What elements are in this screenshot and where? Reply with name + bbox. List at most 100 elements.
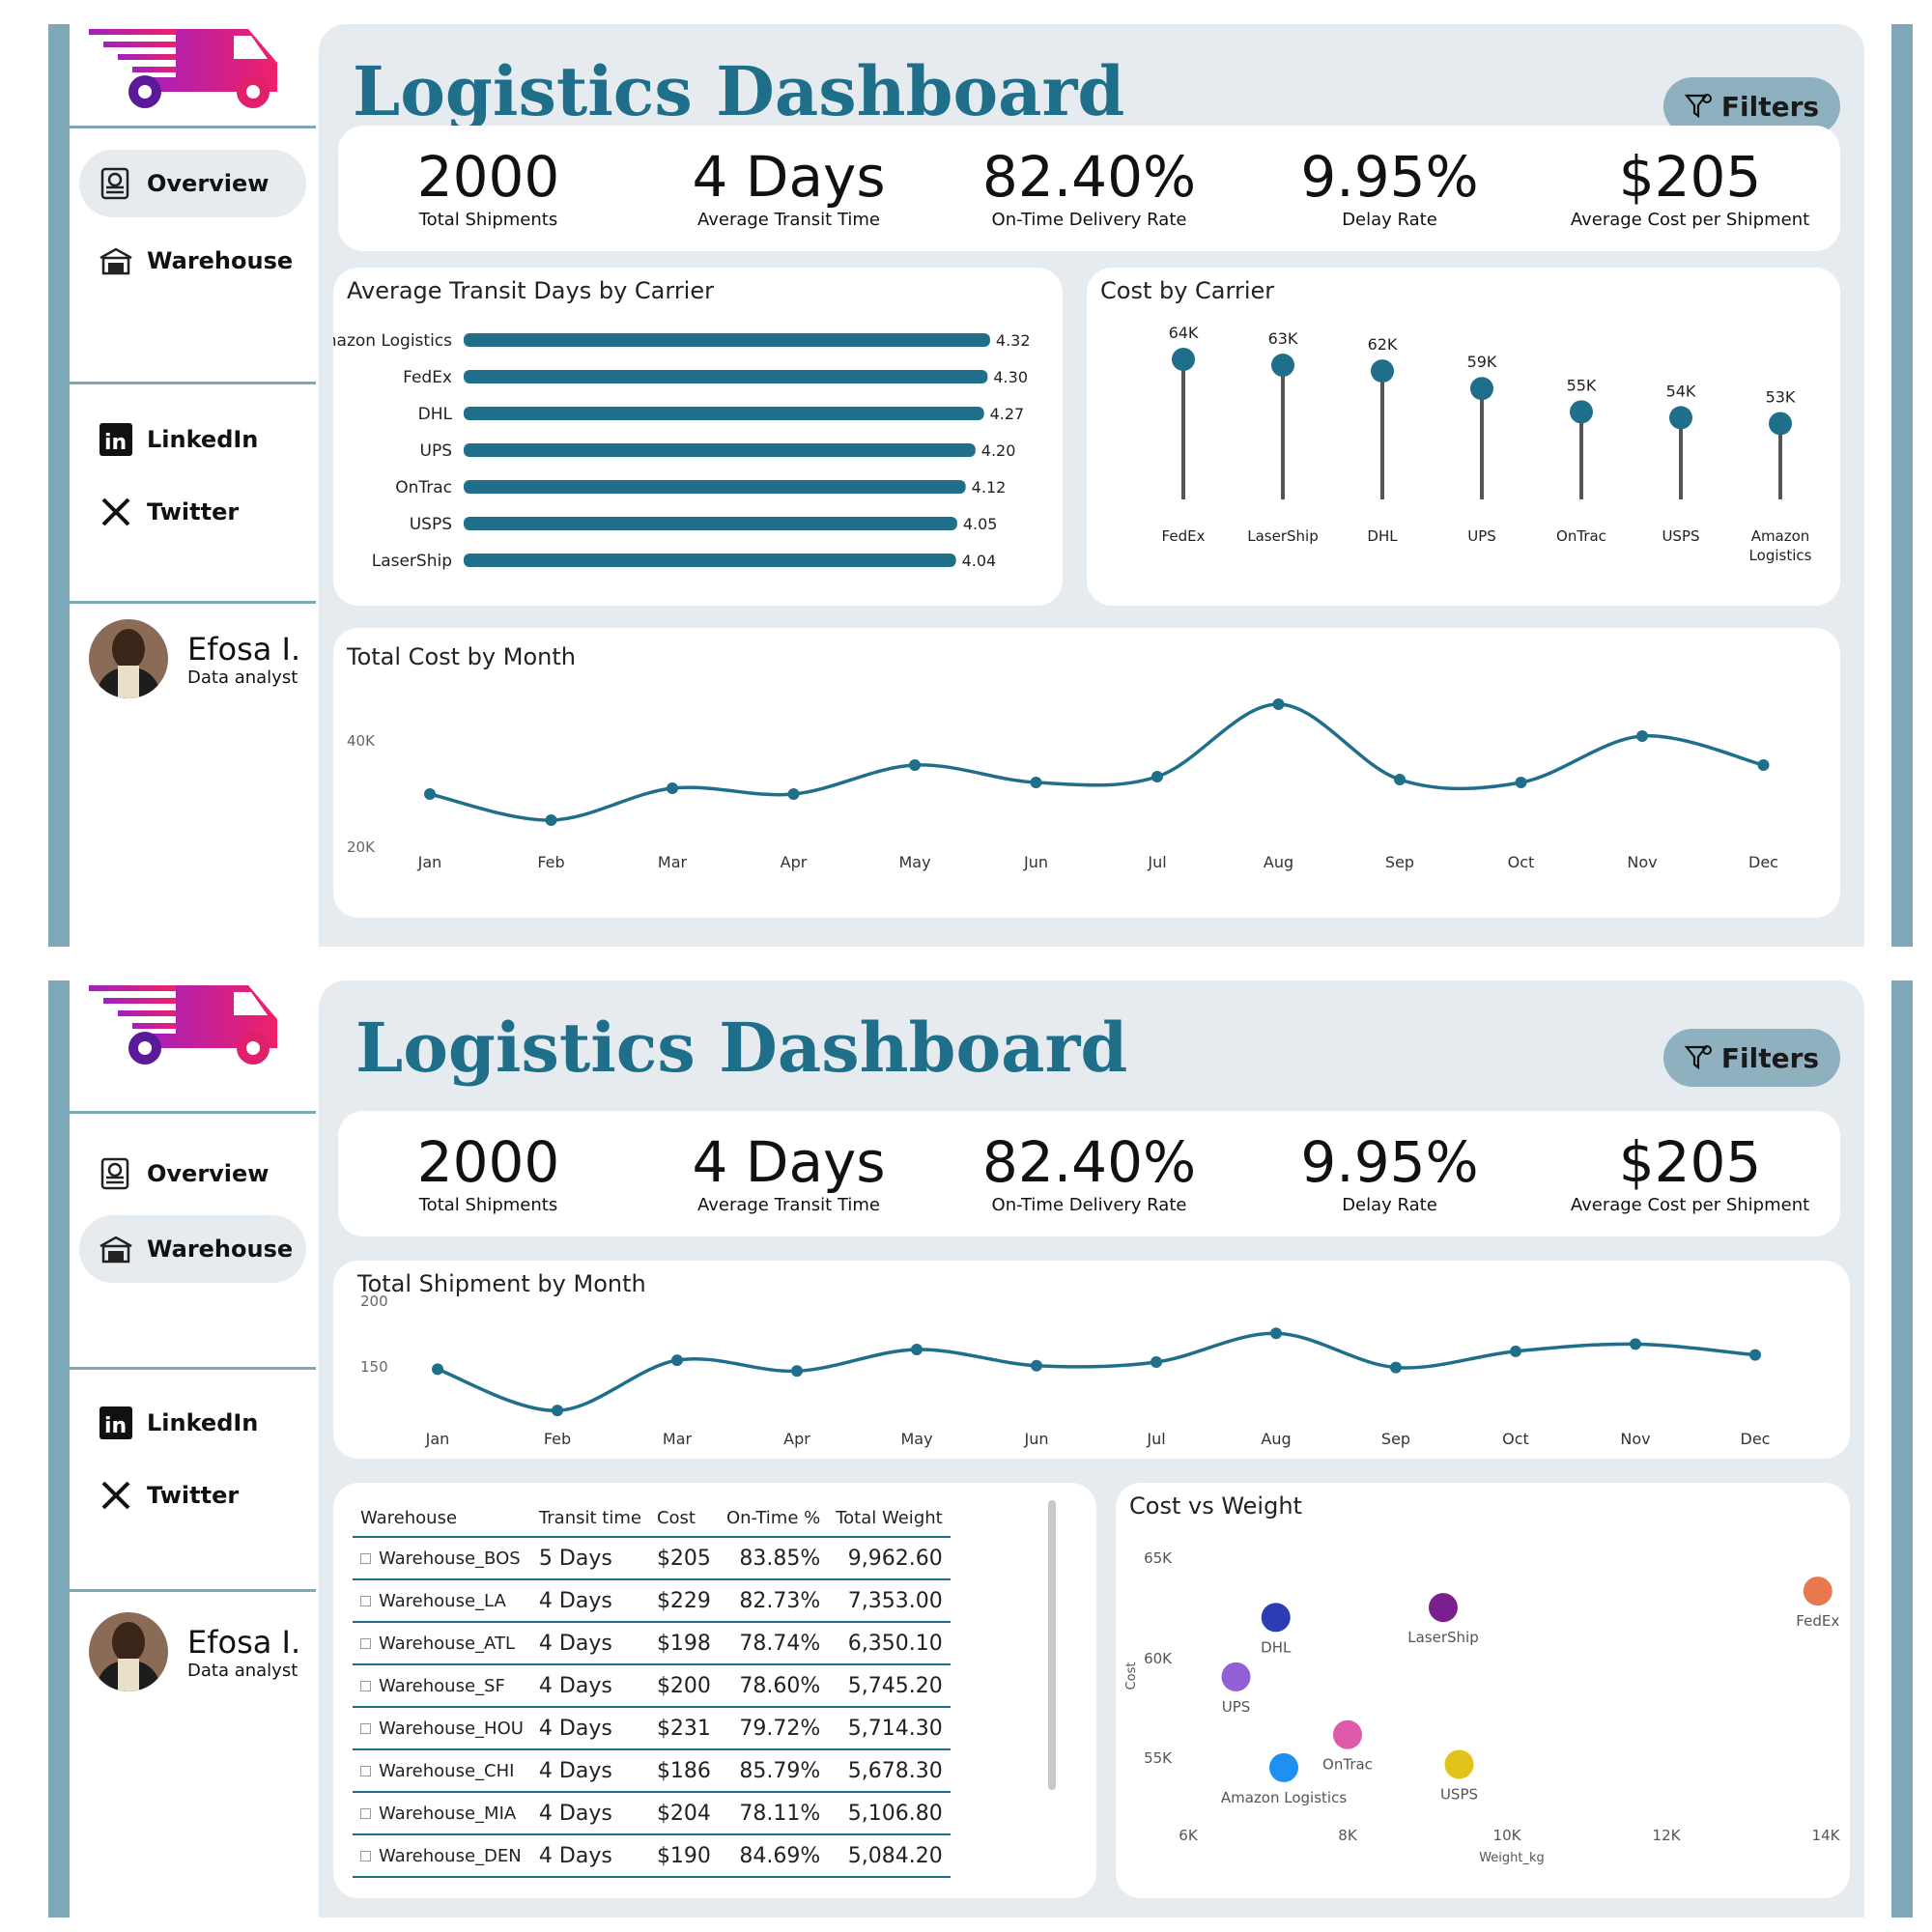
y-axis-label: Cost [1124,1662,1139,1690]
kpi-ontime-rate: 82.40% On-Time Delivery Rate [939,1111,1239,1236]
table-row[interactable]: Warehouse_SF 4 Days $200 78.60% 5,745.20 [353,1664,951,1708]
data-label: 4.27 [990,405,1025,423]
table-row[interactable]: Warehouse_LA 4 Days $229 82.73% 7,353.00 [353,1579,951,1623]
data-label: 54K [1666,382,1696,400]
nav-overview[interactable]: Overview [79,150,306,217]
data-point [1510,1345,1521,1357]
table-row[interactable]: Warehouse_MIA 4 Days $204 78.11% 5,106.80 [353,1792,951,1835]
table-cell: Warehouse_MIA [353,1792,531,1835]
data-label: 4.12 [972,478,1007,497]
x-tick-label: May [898,853,930,871]
x-tick-label: Jun [1023,853,1048,871]
x-tick-label: 6K [1179,1827,1199,1844]
twitter-x-icon [99,1478,133,1513]
expand-icon[interactable] [360,1766,371,1776]
data-label: 53K [1766,387,1796,406]
table-cell: $198 [648,1622,719,1665]
table-cell: 5,678.30 [828,1749,951,1793]
column-header[interactable]: Transit time [530,1502,649,1538]
linkedin-link[interactable]: in LinkedIn [79,1389,306,1457]
kpi-value: 4 Days [692,143,886,210]
truck-logo-icon [89,29,277,108]
table-scrollbar[interactable] [1048,1500,1056,1790]
table-cell: 4 Days [530,1622,649,1665]
expand-icon[interactable] [360,1681,371,1691]
category-label: DHL [418,405,453,424]
scatter-point [1429,1593,1458,1623]
sidebar-divider [70,601,316,604]
category-label: LaserShip [372,552,452,571]
expand-icon[interactable] [360,1553,371,1564]
data-point [1390,1361,1402,1374]
twitter-link[interactable]: Twitter [79,1462,306,1529]
overview-screen: Overview Warehouse in LinkedIn Twitter E… [29,24,1913,947]
shipment-month-chart-card: Total Shipment by Month 200 150 Jan Feb Mar A… [333,1261,1850,1459]
lollipop-dot [1271,354,1294,378]
warehouse-icon [99,243,133,278]
table-row[interactable]: Warehouse_DEN 4 Days $190 84.69% 5,084.20 [353,1834,951,1878]
frame-border [48,24,70,947]
expand-icon[interactable] [360,1723,371,1734]
table-row[interactable]: Warehouse_CHI 4 Days $186 85.79% 5,678.30 [353,1749,951,1793]
expand-icon[interactable] [360,1808,371,1819]
column-header[interactable]: Warehouse [353,1502,531,1538]
kpi-avg-transit: 4 Days Average Transit Time [639,1111,939,1236]
y-tick-label: 55K [1144,1749,1173,1767]
table-cell: 4 Days [530,1749,649,1793]
nav-warehouse[interactable]: Warehouse [79,227,306,295]
cost-weight-chart: 6K 8K 10K 12K 14K 65K 60K 55K Weight_kg Cost FedEx… [1124,1549,1841,1865]
table-cell: 85.79% [718,1749,829,1793]
cost-by-carrier-chart-card: Cost by Carrier 64K FedEx 63K LaserShip 62K D… [1087,268,1840,606]
sidebar-divider [70,1589,316,1592]
profile: Efosa I. Data analyst [89,1608,311,1695]
data-point [1636,730,1648,742]
table-row[interactable]: Warehouse_HOU 4 Days $231 79.72% 5,714.30 [353,1707,951,1750]
data-label: 4.04 [962,552,997,570]
linkedin-link[interactable]: in LinkedIn [79,406,306,473]
column-header-sorted[interactable]: Total Weight [828,1502,951,1538]
sidebar: Overview Warehouse in LinkedIn Twitter E… [70,24,316,947]
expand-icon[interactable] [360,1638,371,1649]
scatter-point [1261,1603,1291,1633]
sidebar-divider [70,1367,316,1370]
column-header[interactable]: Cost [648,1502,719,1538]
x-tick-label: Jul [1146,1430,1165,1448]
kpi-total-shipments: 2000 Total Shipments [338,126,639,251]
bar [464,370,988,384]
filters-label: Filters [1720,1041,1820,1074]
data-point [1151,1356,1162,1368]
expand-icon[interactable] [360,1596,371,1606]
kpi-delay-rate: 9.95% Delay Rate [1239,1111,1540,1236]
kpi-value: 82.40% [981,1128,1197,1195]
point-label: Amazon Logistics [1221,1789,1347,1806]
twitter-link[interactable]: Twitter [79,478,306,546]
scatter-point [1803,1577,1833,1606]
table-row[interactable]: Warehouse_BOS 5 Days $205 83.85% 9,962.60 [353,1537,951,1580]
data-point [424,788,436,800]
filters-button[interactable]: Filters [1663,1029,1840,1087]
table-cell: 9,962.60 [828,1537,951,1580]
chart-title: Cost vs Weight [1129,1492,1302,1520]
table-row[interactable]: Warehouse_ATL 4 Days $198 78.74% 6,350.10 [353,1622,951,1665]
column-header[interactable]: On-Time % [718,1502,829,1538]
nav-overview-label: Overview [147,170,270,197]
bar [464,517,957,530]
y-tick-label: 65K [1144,1549,1173,1567]
warehouse-name: Warehouse_CHI [379,1760,515,1781]
table-cell: Warehouse_DEN [353,1834,531,1878]
data-point [671,1354,683,1367]
twitter-label: Twitter [147,498,240,526]
table-cell: 6,350.10 [828,1622,951,1665]
category-label: FedEx [403,368,452,387]
table-cell: 7,353.00 [828,1579,951,1623]
table-cell: 5,745.20 [828,1664,951,1708]
total-cost-month-chart: 40K 20K Jan Feb Mar Apr May Jun Jul Aug Sep Oct Nov D… [347,698,1778,871]
expand-icon[interactable] [360,1851,371,1861]
chart-title: Cost by Carrier [1100,277,1275,304]
nav-warehouse[interactable]: Warehouse [79,1215,306,1283]
kpi-card: 2000 Total Shipments 4 Days Average Transi… [338,1111,1840,1236]
scatter-point [1333,1719,1362,1749]
bar [464,480,966,494]
kpi-value: $205 [1618,1128,1762,1195]
nav-overview[interactable]: Overview [79,1140,306,1208]
